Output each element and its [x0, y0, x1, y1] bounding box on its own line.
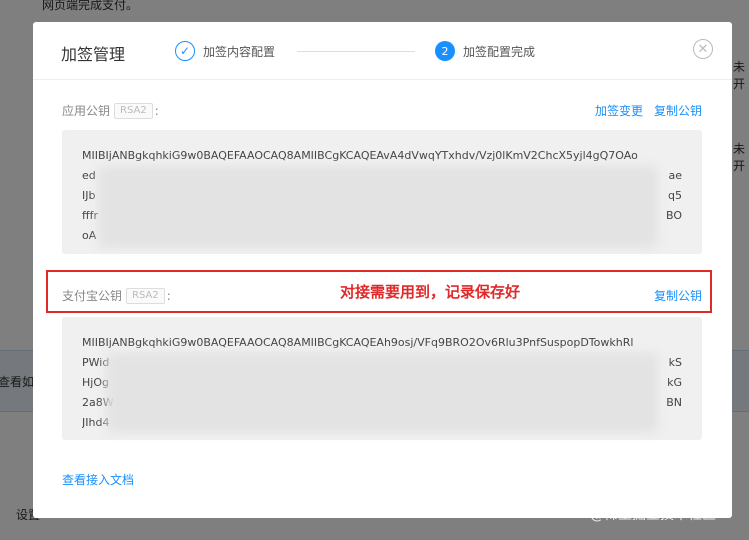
key-line: BN [666, 396, 682, 409]
step-label: 加签内容配置 [203, 44, 276, 59]
step-config-complete: 2 加签配置完成 [435, 41, 535, 61]
key-line: MIIBIjANBgkqhkiG9w0BAQEFAAOCAQ8AMIIBCgKC… [82, 336, 634, 349]
key-line: BO [665, 209, 682, 222]
sign-management-modal: 加签管理 ✓ 加签内容配置 2 加签配置完成 ✕ 应用公钥 RSA2 : 加签变… [33, 22, 732, 518]
copy-alipay-key-link[interactable]: 复制公钥 [654, 287, 702, 304]
watermark: @稀土掘金技术社区 [590, 507, 716, 523]
colon: : [154, 103, 159, 118]
key-line: kS [668, 356, 682, 369]
key-line: ae [668, 169, 682, 182]
key-line: IJb [82, 189, 96, 202]
close-icon[interactable]: ✕ [693, 39, 713, 59]
step-number: 2 [435, 41, 455, 61]
annotation-text: 对接需要用到，记录保存好 [340, 283, 521, 301]
key-line: kG [667, 376, 682, 389]
step-connector [297, 51, 415, 52]
colon: : [166, 288, 171, 303]
key-line: ed [82, 169, 96, 182]
rsa2-badge: RSA2 [114, 102, 153, 119]
key-line: fffr [82, 209, 98, 222]
modal-header: 加签管理 ✓ 加签内容配置 2 加签配置完成 ✕ [33, 22, 732, 80]
key-line: q5 [668, 189, 682, 202]
redaction-blur [98, 166, 658, 248]
view-docs-link[interactable]: 查看接入文档 [62, 471, 134, 488]
label-text: 应用公钥 [62, 104, 111, 118]
redaction-blur [106, 353, 658, 433]
label-text: 支付宝公钥 [62, 289, 123, 303]
modal-title: 加签管理 [61, 45, 126, 64]
alipay-public-key-label: 支付宝公钥 RSA2 : [62, 287, 171, 304]
copy-app-key-link[interactable]: 复制公钥 [654, 102, 702, 119]
app-public-key-label: 应用公钥 RSA2 : [62, 102, 159, 119]
step-content-config: ✓ 加签内容配置 [175, 41, 275, 61]
rsa2-badge: RSA2 [126, 287, 165, 304]
check-icon: ✓ [175, 41, 195, 61]
key-line: MIIBIjANBgkqhkiG9w0BAQEFAAOCAQ8AMIIBCgKC… [82, 149, 638, 162]
step-label: 加签配置完成 [463, 44, 536, 59]
key-line: HjOg [82, 376, 109, 389]
alipay-public-key-box: MIIBIjANBgkqhkiG9w0BAQEFAAOCAQ8AMIIBCgKC… [62, 317, 702, 440]
app-public-key-box: MIIBIjANBgkqhkiG9w0BAQEFAAOCAQ8AMIIBCgKC… [62, 130, 702, 254]
change-sign-link[interactable]: 加签变更 [595, 102, 643, 119]
